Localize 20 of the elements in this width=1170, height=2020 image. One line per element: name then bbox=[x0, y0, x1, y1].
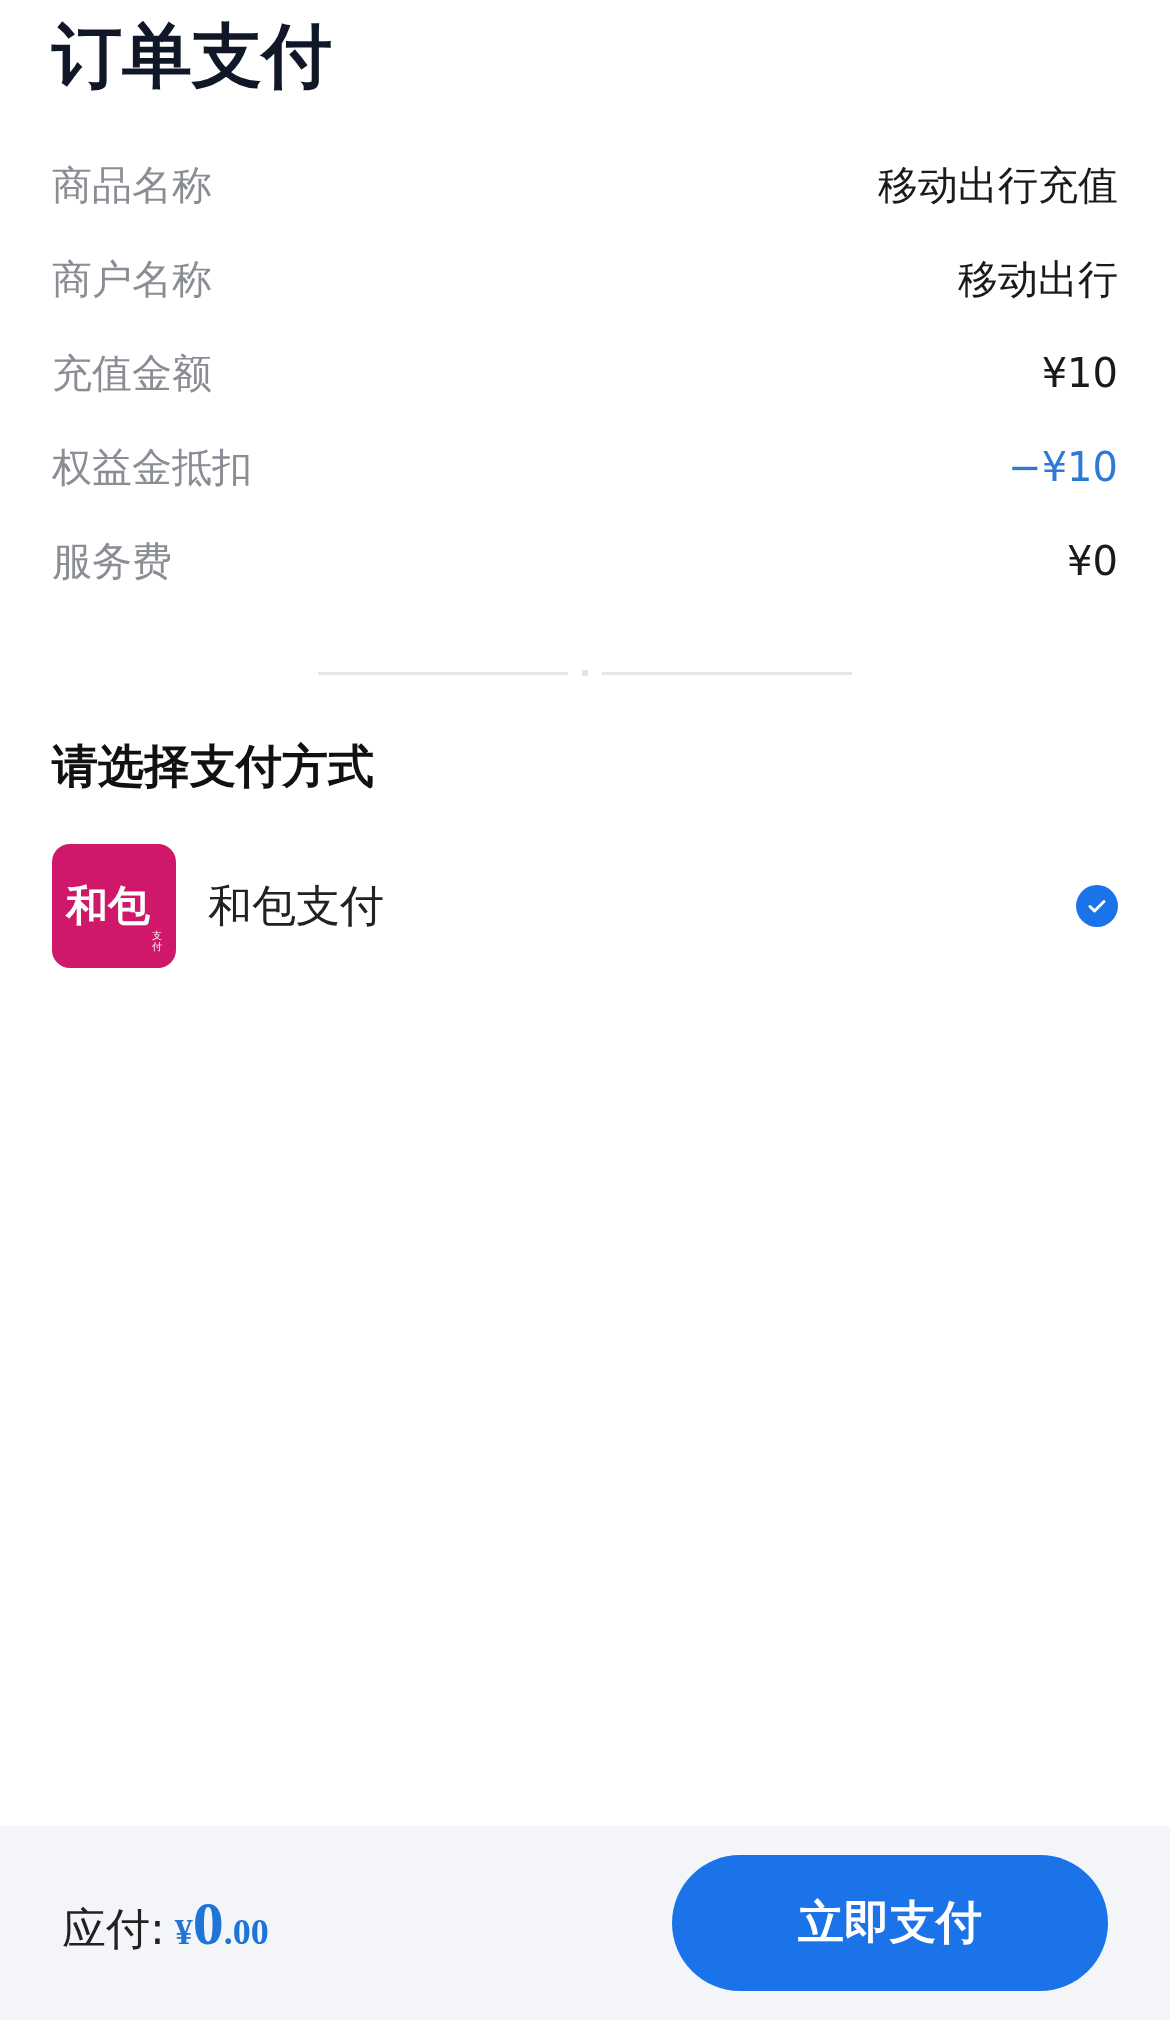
amount-label: 应付: bbox=[62, 1901, 165, 1956]
detail-label: 权益金抵扣 bbox=[52, 442, 252, 492]
wallet-logo: 和包 支付 bbox=[52, 844, 176, 968]
section-heading: 请选择支付方式 bbox=[52, 738, 375, 795]
radio-check[interactable] bbox=[1076, 885, 1118, 927]
detail-label: 服务费 bbox=[52, 536, 172, 586]
detail-value: ¥0 bbox=[1067, 538, 1118, 584]
pay-now-button[interactable]: 立即支付 bbox=[672, 1855, 1108, 1991]
detail-value: 移动出行 bbox=[958, 254, 1118, 304]
detail-value: 移动出行充值 bbox=[878, 160, 1118, 210]
currency-symbol: ¥ bbox=[174, 1911, 193, 1953]
payment-method-name[interactable]: 和包支付 bbox=[208, 876, 1044, 936]
page-title: 订单支付 bbox=[52, 14, 333, 98]
detail-label: 商品名称 bbox=[52, 160, 212, 210]
amount-decimal: .00 bbox=[223, 1910, 269, 1953]
detail-label: 充值金额 bbox=[52, 348, 212, 398]
amount-integer: 0 bbox=[192, 1887, 224, 1959]
detail-value: ¥10 bbox=[1041, 350, 1118, 396]
detail-value: −¥10 bbox=[1008, 444, 1118, 490]
detail-label: 商户名称 bbox=[52, 254, 212, 304]
